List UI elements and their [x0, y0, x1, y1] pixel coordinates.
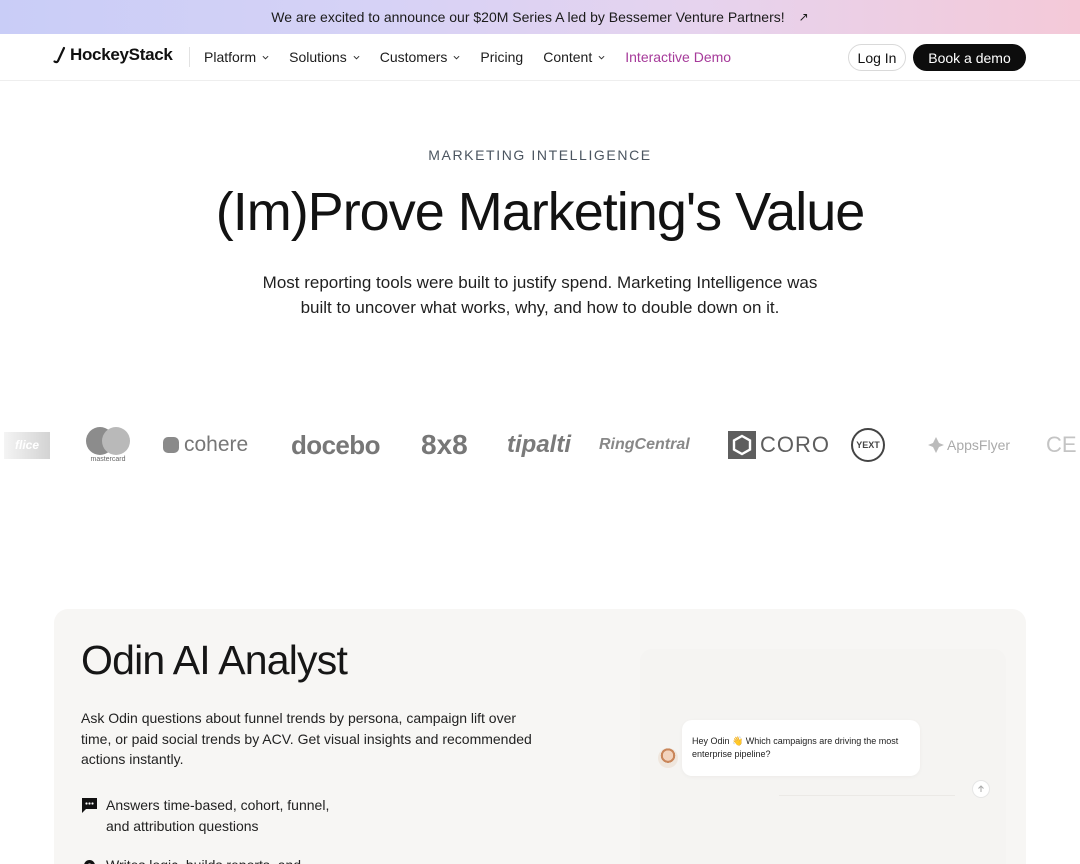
odin-title: Odin AI Analyst: [81, 637, 348, 683]
send-icon: [978, 785, 984, 792]
external-arrow-icon[interactable]: ↗: [799, 10, 809, 24]
top-nav: HockeyStack Platform Solutions Customers…: [0, 34, 1080, 81]
logo-text: flice: [4, 431, 50, 459]
nav-divider: [189, 47, 190, 67]
announcement-bar[interactable]: We are excited to announce our $20M Seri…: [0, 0, 1080, 34]
appsflyer-mark-icon: [928, 437, 944, 453]
logo-ringcentral: RingCentral: [599, 420, 690, 470]
menu-pricing[interactable]: Pricing: [480, 49, 523, 65]
menu-label: Content: [543, 49, 593, 65]
logo-flice: flice: [4, 420, 50, 470]
logo-text: CORO: [760, 432, 830, 457]
brand-logo[interactable]: HockeyStack: [53, 45, 173, 65]
mastercard-circles-icon: [86, 427, 130, 455]
feature-text: Writes logic, builds reports, and: [106, 855, 346, 864]
logo-text: 8x8: [421, 429, 468, 460]
hero-eyebrow: MARKETING INTELLIGENCE: [428, 147, 652, 163]
menu-solutions[interactable]: Solutions: [289, 49, 360, 65]
logo-text: docebo: [291, 429, 380, 460]
menu-content[interactable]: Content: [543, 49, 605, 65]
hero-title: (Im)Prove Marketing's Value: [215, 182, 866, 242]
gear-icon: [84, 860, 95, 864]
chevron-down-icon: [262, 55, 269, 60]
menu-label: Interactive Demo: [625, 49, 732, 65]
chat-input-line: [779, 795, 955, 796]
logo-docebo: docebo: [291, 420, 380, 470]
logo-8x8: 8x8: [421, 420, 468, 470]
menu-interactive-demo[interactable]: Interactive Demo: [625, 49, 731, 65]
login-button[interactable]: Log In: [848, 44, 906, 71]
coro-hex-icon: [728, 431, 756, 459]
menu-label: Customers: [379, 49, 448, 65]
odin-description: Ask Odin questions about funnel trends b…: [81, 710, 532, 767]
menu-label: Pricing: [480, 49, 524, 65]
main-menu: Platform Solutions Customers Pricing Con…: [204, 34, 751, 80]
logo-cohere: cohere: [163, 420, 248, 470]
chat-message-bubble: Hey Odin 👋 Which campaigns are driving t…: [682, 720, 920, 776]
logo-yext: YEXT: [851, 420, 885, 470]
logo-partial: CE: [1046, 420, 1077, 470]
chevron-down-icon: [353, 55, 360, 60]
announcement-text[interactable]: We are excited to announce our $20M Seri…: [271, 9, 784, 25]
logo-coro: CORO: [727, 420, 830, 470]
menu-customers[interactable]: Customers: [380, 49, 461, 65]
logo-text: mastercard: [90, 456, 126, 463]
feature-text: Answers time-based, cohort, funnel, and …: [106, 797, 330, 834]
hero-subtitle: Most reporting tools were built to justi…: [262, 273, 818, 317]
menu-label: Solutions: [289, 49, 347, 65]
odin-feature-card: Odin AI Analyst Ask Odin questions about…: [54, 609, 1026, 864]
book-demo-button[interactable]: Book a demo: [913, 44, 1026, 71]
logo-appsflyer: AppsFlyer: [927, 420, 1010, 470]
logo-text: CE: [1046, 432, 1077, 457]
hockey-stick-icon: [53, 46, 66, 64]
avatar: [658, 748, 678, 768]
logo-text: RingCentral: [599, 436, 690, 453]
logo-tipalti: tipalti: [507, 420, 571, 470]
customer-logo-strip: flice mastercard cohere docebo 8x8 tipal…: [0, 420, 1080, 470]
menu-platform[interactable]: Platform: [204, 49, 269, 65]
feature-item: Answers time-based, cohort, funnel, and …: [81, 795, 346, 836]
feature-item: Writes logic, builds reports, and: [81, 855, 346, 864]
chevron-down-icon: [453, 55, 460, 60]
logo-text: AppsFlyer: [947, 437, 1011, 453]
cohere-mark-icon: [163, 437, 179, 453]
logo-text: cohere: [184, 433, 249, 456]
chevron-down-icon: [598, 55, 605, 60]
logo-text: tipalti: [507, 431, 571, 458]
logo-mastercard: mastercard: [86, 420, 130, 470]
menu-label: Platform: [204, 49, 257, 65]
chat-icon: [82, 798, 97, 813]
send-button[interactable]: [972, 780, 990, 798]
brand-name: HockeyStack: [70, 45, 173, 64]
logo-text: YEXT: [851, 428, 885, 462]
